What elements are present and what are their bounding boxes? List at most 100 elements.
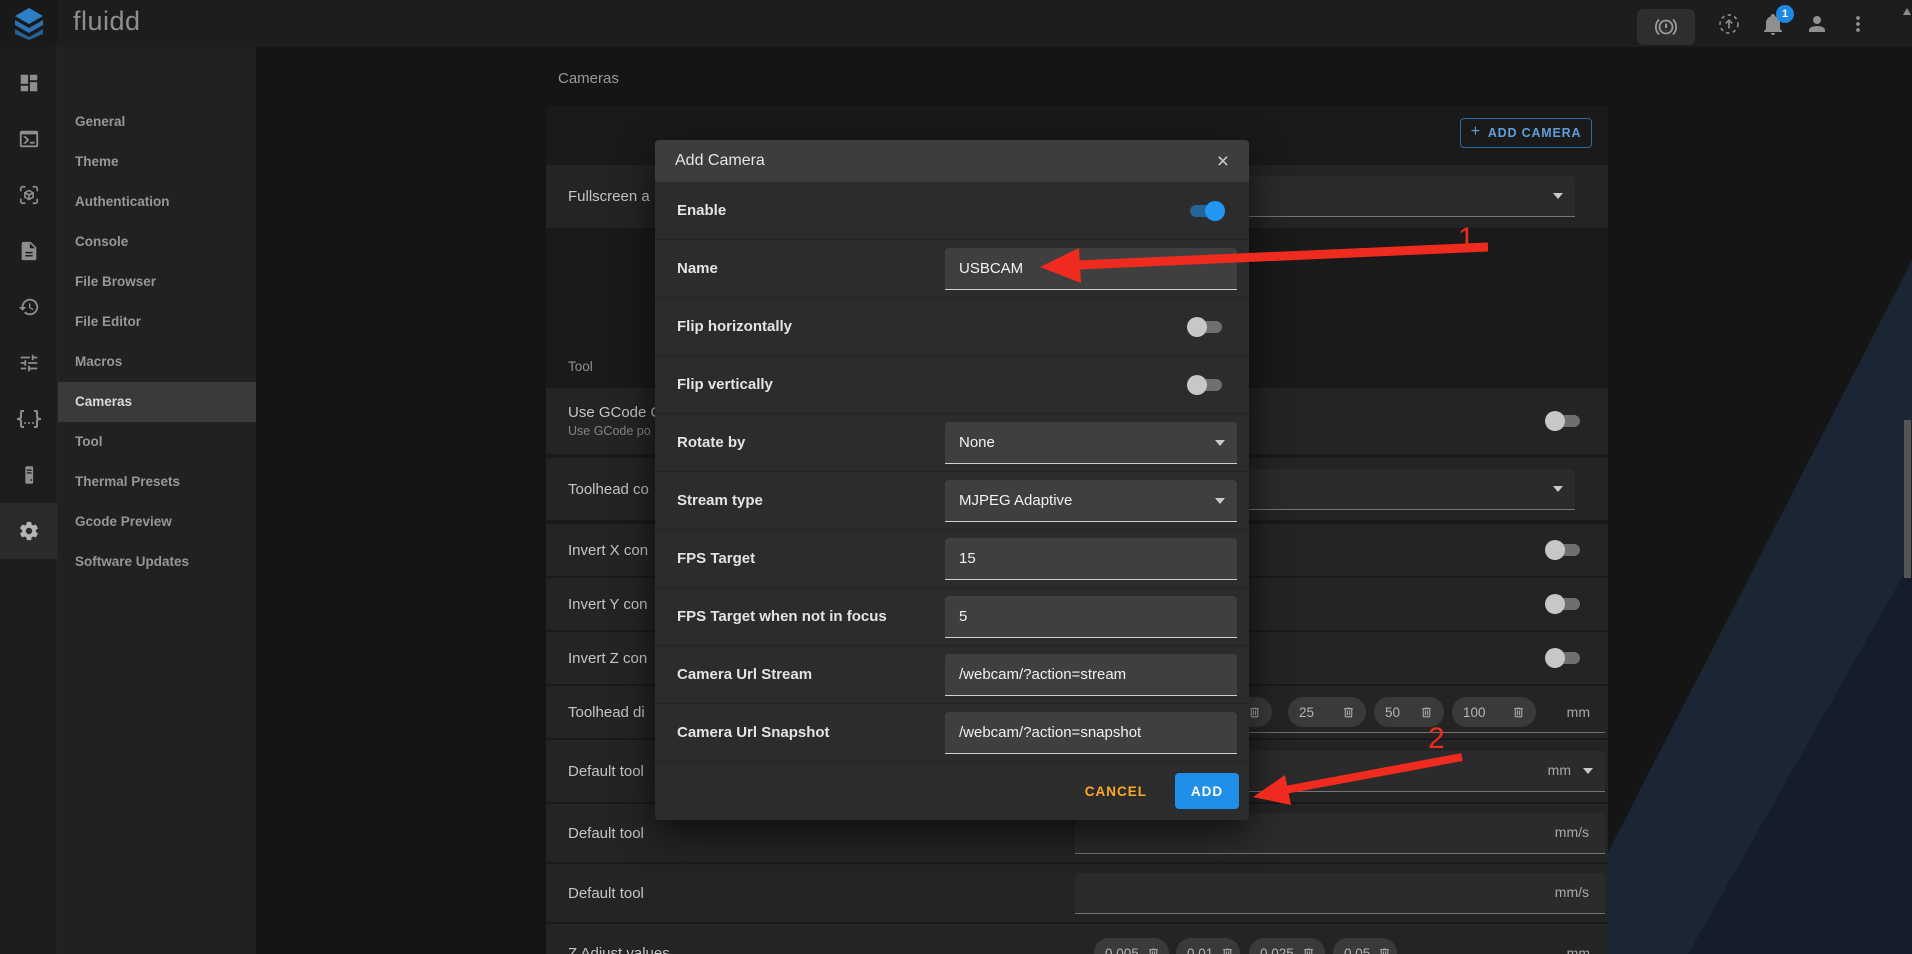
person-icon [1805, 12, 1829, 36]
sidebar-item-macros[interactable]: Macros [58, 342, 256, 382]
scrollbar-up-arrow[interactable] [1903, 8, 1911, 15]
field-row-flip-horizontally: Flip horizontally [655, 298, 1249, 356]
setting-row-z-adjust: Z Adjust values 0.005 0.01 0.025 0.05 mm [546, 924, 1608, 954]
plus-icon: + [1471, 123, 1481, 141]
close-icon[interactable]: × [1217, 151, 1229, 172]
update-status-button[interactable] [1713, 11, 1745, 37]
app-logo[interactable] [0, 0, 57, 47]
chip-value: 50 [1385, 705, 1400, 720]
section-label: Tool [568, 359, 593, 374]
field-label: Camera Url Snapshot [677, 724, 945, 741]
camera-url-snapshot-input[interactable]: /webcam/?action=snapshot [945, 712, 1237, 754]
trash-icon[interactable] [1512, 706, 1525, 719]
flip-vertical-toggle[interactable] [1187, 375, 1225, 395]
cancel-button[interactable]: CANCEL [1079, 783, 1153, 800]
distance-chip[interactable]: 25 [1288, 697, 1366, 727]
setting-label: Z Adjust values [568, 945, 670, 954]
sidebar-item-file-browser[interactable]: File Browser [58, 262, 256, 302]
overflow-menu-button[interactable] [1842, 11, 1874, 37]
update-icon [1717, 12, 1741, 36]
sidebar-item-thermal-presets[interactable]: Thermal Presets [58, 462, 256, 502]
trash-icon[interactable] [1378, 947, 1391, 954]
sidebar-item-tool[interactable]: Tool [58, 422, 256, 462]
trash-icon[interactable] [1302, 947, 1315, 954]
unit-label: mm [1567, 704, 1590, 720]
field-label: FPS Target when not in focus [677, 608, 945, 625]
sidebar-item-console[interactable]: Console [58, 222, 256, 262]
rail-item-settings[interactable] [0, 503, 57, 559]
field-row-camera-url-snapshot: Camera Url Snapshot /webcam/?action=snap… [655, 704, 1249, 762]
rail-item-console[interactable] [0, 111, 57, 167]
trash-icon[interactable] [1221, 947, 1234, 954]
field-row-rotate-by: Rotate by None [655, 414, 1249, 472]
rotate-by-select[interactable]: None [945, 422, 1237, 464]
rail-item-history[interactable] [0, 279, 57, 335]
settings-nav: General Theme Authentication Console Fil… [58, 47, 256, 954]
flip-horizontal-toggle[interactable] [1187, 317, 1225, 337]
use-gcode-toggle[interactable] [1545, 411, 1583, 431]
sidebar-item-authentication[interactable]: Authentication [58, 182, 256, 222]
rail-item-macros[interactable] [0, 391, 57, 447]
sidebar-item-software-updates[interactable]: Software Updates [58, 542, 256, 582]
chip-value: 0.01 [1187, 946, 1213, 954]
chip-value: 25 [1299, 705, 1314, 720]
kebab-menu-icon [1846, 12, 1870, 36]
setting-label: Default tool [568, 825, 644, 842]
setting-label: Invert Z con [568, 650, 647, 667]
dialog-title: Add Camera [675, 152, 765, 170]
field-row-flip-vertically: Flip vertically [655, 356, 1249, 414]
distance-chip[interactable]: 50 [1374, 697, 1444, 727]
field-label: Name [677, 260, 945, 277]
add-button[interactable]: ADD [1175, 773, 1239, 809]
trash-icon[interactable] [1342, 706, 1355, 719]
printer-tower-icon [18, 464, 40, 486]
camera-url-stream-input[interactable]: /webcam/?action=stream [945, 654, 1237, 696]
rail-item-tune[interactable] [0, 335, 57, 391]
fps-unfocused-input[interactable]: 5 [945, 596, 1237, 638]
trash-icon[interactable] [1147, 947, 1160, 954]
enable-toggle[interactable] [1187, 201, 1225, 221]
estop-icon [1654, 15, 1678, 39]
sidebar-item-gcode-preview[interactable]: Gcode Preview [58, 502, 256, 542]
page-title: Cameras [558, 70, 619, 87]
chip-value: 0.005 [1105, 946, 1139, 954]
user-button[interactable] [1801, 11, 1833, 37]
field-label: Stream type [677, 492, 945, 509]
distance-chip[interactable]: 100 [1452, 697, 1536, 727]
sidebar-item-cameras[interactable]: Cameras [58, 382, 256, 422]
setting-label: Toolhead di [568, 704, 645, 721]
rail-item-dashboard[interactable] [0, 55, 57, 111]
setting-label: Use GCode C [568, 404, 661, 421]
unit-label: mm/s [1555, 884, 1589, 900]
z-adjust-chip[interactable]: 0.01 [1176, 938, 1240, 954]
default-tool-field[interactable]: mm/s [1075, 873, 1605, 914]
sidebar-item-general[interactable]: General [58, 102, 256, 142]
invert-z-toggle[interactable] [1545, 648, 1583, 668]
scrollbar-thumb[interactable] [1904, 420, 1911, 578]
rail-item-printer[interactable] [0, 447, 57, 503]
sidebar-item-file-editor[interactable]: File Editor [58, 302, 256, 342]
emergency-stop-button[interactable] [1637, 9, 1695, 45]
console-icon [18, 128, 40, 150]
fps-target-input[interactable]: 15 [945, 538, 1237, 580]
chevron-down-icon [1215, 498, 1225, 504]
invert-y-toggle[interactable] [1545, 594, 1583, 614]
trash-icon[interactable] [1420, 706, 1433, 719]
unit-label: mm/s [1555, 824, 1589, 840]
field-label: Camera Url Stream [677, 666, 945, 683]
z-adjust-chip[interactable]: 0.025 [1249, 938, 1325, 954]
trash-icon[interactable] [1248, 706, 1261, 719]
gear-icon [18, 520, 40, 542]
z-adjust-chip[interactable]: 0.05 [1333, 938, 1397, 954]
field-label: Rotate by [677, 434, 945, 451]
field-label: Flip horizontally [677, 318, 1187, 335]
rail-item-preview[interactable] [0, 167, 57, 223]
invert-x-toggle[interactable] [1545, 540, 1583, 560]
name-input[interactable]: USBCAM [945, 248, 1237, 290]
setting-label: Invert Y con [568, 596, 648, 613]
z-adjust-chip[interactable]: 0.005 [1094, 938, 1169, 954]
sidebar-item-theme[interactable]: Theme [58, 142, 256, 182]
add-camera-button[interactable]: + ADD CAMERA [1460, 118, 1592, 148]
stream-type-select[interactable]: MJPEG Adaptive [945, 480, 1237, 522]
rail-item-files[interactable] [0, 223, 57, 279]
